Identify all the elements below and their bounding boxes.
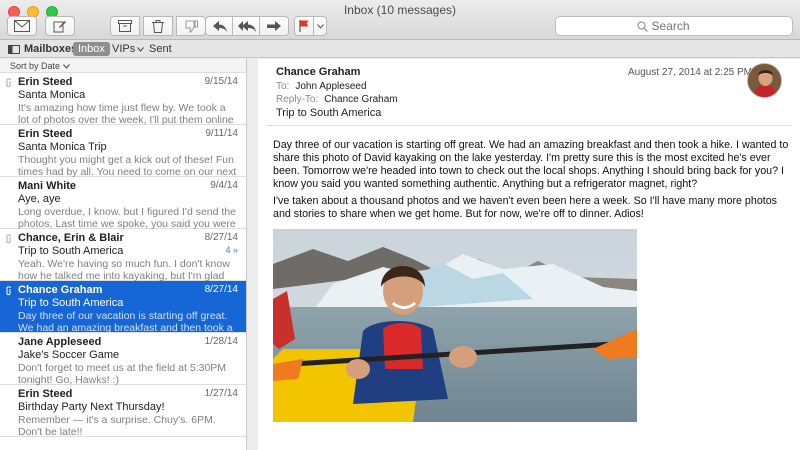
forward-button[interactable] <box>259 16 289 36</box>
flag-menu-button[interactable] <box>313 16 327 36</box>
viewer-subject: Trip to South America <box>276 107 382 119</box>
flag-button[interactable] <box>294 16 314 36</box>
edit-icon <box>53 21 66 33</box>
to-label: To: <box>276 81 290 92</box>
get-mail-button[interactable] <box>7 16 37 36</box>
toolbar: Inbox (10 messages) <box>0 0 800 40</box>
message-sender: Mani White <box>18 180 77 192</box>
message-date: 8/27/14 <box>204 284 238 295</box>
forward-icon <box>267 20 281 31</box>
sender-avatar <box>747 63 782 98</box>
favorite-inbox[interactable]: Inbox <box>73 42 110 56</box>
favorite-sent[interactable]: Sent <box>149 42 172 56</box>
message-subject: Trip to South America <box>18 297 124 309</box>
window-title: Inbox (10 messages) <box>343 3 457 17</box>
attached-photo[interactable] <box>273 229 637 422</box>
reply-all-icon <box>238 20 256 32</box>
sort-label: Sort by Date <box>10 61 61 71</box>
envelope-icon <box>14 20 30 32</box>
header-divider <box>266 125 792 126</box>
reply-to-row: Reply-To: Chance Graham <box>276 94 398 105</box>
to-row: To: John Appleseed <box>276 81 367 92</box>
favorites-bar: Mailboxes Inbox VIPs Sent <box>0 40 800 58</box>
message-date: 8/27/14 <box>204 232 238 243</box>
message-preview: Don't forget to meet us at the field at … <box>18 362 227 386</box>
message-subject: Jake's Soccer Game <box>18 349 120 361</box>
message-date: 1/27/14 <box>204 388 238 399</box>
viewer-sender[interactable]: Chance Graham <box>276 66 360 78</box>
search-field[interactable] <box>555 16 793 36</box>
double-chevron-right-icon: » <box>232 245 238 255</box>
trash-icon <box>152 19 164 33</box>
message-row[interactable]: Erin Steed 9/11/14 Santa Monica Trip Tho… <box>0 125 246 178</box>
chevron-down-icon <box>137 46 145 52</box>
message-subject: Aye, aye <box>18 193 61 205</box>
message-preview: Thought you might get a kick out of thes… <box>18 154 237 178</box>
search-icon <box>636 20 648 32</box>
message-row[interactable]: Mani White 9/4/14 Aye, aye Long overdue,… <box>0 177 246 230</box>
message-row-selected[interactable]: Chance Graham 8/27/14 Trip to South Amer… <box>0 281 246 334</box>
thumbs-down-icon <box>185 20 198 32</box>
message-list: Sort by Date Erin Steed 9/15/14 Santa Mo… <box>0 59 247 450</box>
vips-label: VIPs <box>112 43 136 55</box>
message-preview: It's amazing how time just flew by. We t… <box>18 102 234 126</box>
reply-icon <box>213 20 227 32</box>
message-subject: Santa Monica Trip <box>18 141 107 153</box>
message-preview: Remember — it's a surprise. Chuy's. 6PM.… <box>18 414 216 438</box>
message-subject: Birthday Party Next Thursday! <box>18 401 165 413</box>
message-date: 9/4/14 <box>210 180 238 191</box>
favorite-vips[interactable]: VIPs <box>112 42 145 56</box>
paperclip-icon <box>6 286 11 296</box>
flag-icon <box>299 20 309 32</box>
message-body-paragraph: I've taken about a thousand photos and w… <box>273 195 778 220</box>
chevron-down-icon <box>62 64 70 69</box>
message-date: 9/11/14 <box>205 128 238 139</box>
reply-all-button[interactable] <box>232 16 262 36</box>
reply-to-label: Reply-To: <box>276 94 319 105</box>
message-date: 1/28/14 <box>204 336 238 347</box>
message-row[interactable]: Erin Steed 9/15/14 Santa Monica It's ama… <box>0 73 246 126</box>
thread-count-badge[interactable]: 4 » <box>225 245 238 255</box>
reply-to-recipient[interactable]: Chance Graham <box>324 94 397 105</box>
compose-button[interactable] <box>45 16 75 36</box>
message-preview: Long overdue, I know. but I figured I'd … <box>18 206 236 230</box>
sidebar-icon <box>8 44 20 54</box>
delete-button[interactable] <box>143 16 173 36</box>
search-input[interactable] <box>651 19 712 33</box>
paperclip-icon <box>6 78 11 88</box>
archive-icon <box>118 20 132 32</box>
mailboxes-button[interactable]: Mailboxes <box>8 42 77 56</box>
message-preview: Day three of our vacation is starting of… <box>18 310 233 334</box>
message-subject: Santa Monica <box>18 89 86 101</box>
viewer-date: August 27, 2014 at 2:25 PM <box>628 67 752 78</box>
chevron-down-icon <box>316 23 324 29</box>
reply-button[interactable] <box>205 16 235 36</box>
thread-count: 4 <box>225 245 231 255</box>
message-body-paragraph: Day three of our vacation is starting of… <box>273 139 789 190</box>
paperclip-icon <box>6 234 11 244</box>
message-viewer: Chance Graham August 27, 2014 at 2:25 PM… <box>258 59 800 450</box>
message-row[interactable]: Jane Appleseed 1/28/14 Jake's Soccer Gam… <box>0 333 246 386</box>
archive-button[interactable] <box>110 16 140 36</box>
junk-button[interactable] <box>176 16 206 36</box>
message-row[interactable]: Chance, Erin & Blair 8/27/14 Trip to Sou… <box>0 229 246 282</box>
message-subject: Trip to South America <box>18 245 124 257</box>
to-recipient[interactable]: John Appleseed <box>295 81 366 92</box>
message-preview: Yeah. We're having so much fun. I don't … <box>18 258 230 282</box>
mailboxes-label: Mailboxes <box>24 43 78 55</box>
message-date: 9/15/14 <box>204 76 238 87</box>
sort-menu[interactable]: Sort by Date <box>0 59 246 73</box>
message-row[interactable]: Erin Steed 1/27/14 Birthday Party Next T… <box>0 385 246 438</box>
